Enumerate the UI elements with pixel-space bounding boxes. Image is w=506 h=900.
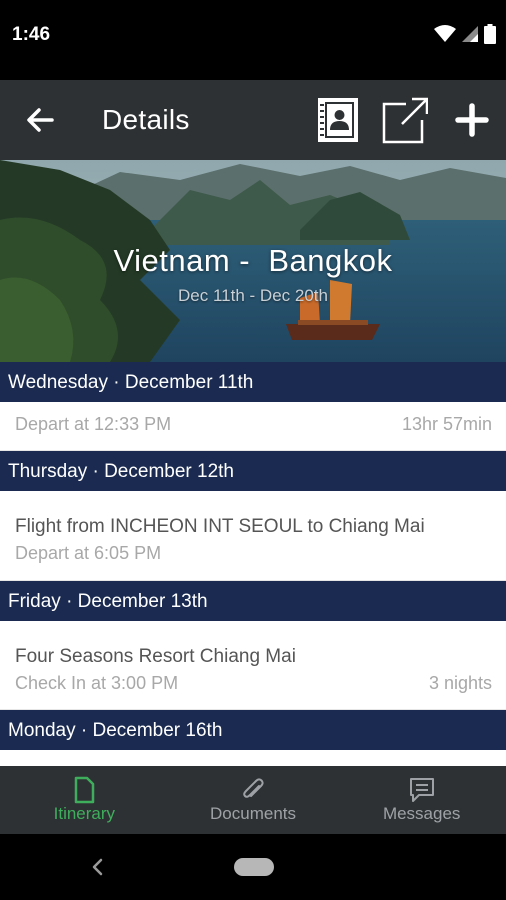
status-time: 1:46 (12, 24, 51, 45)
page-title: Details (102, 104, 190, 135)
bottom-navigation: Itinerary Documents Messages (0, 766, 506, 834)
trip-hero-banner: Vietnam - Bangkok Dec 11th - Dec 20th (0, 160, 506, 362)
day-header: Wednesday · December 11th (0, 362, 506, 402)
item-subtitle: Check In at 3:00 PM (15, 673, 179, 693)
tab-messages[interactable]: Messages (337, 766, 506, 834)
day-header: Monday · December 16th (0, 710, 506, 750)
tab-label: Documents (210, 804, 296, 823)
trip-title: Vietnam - Bangkok (113, 243, 393, 278)
status-bar: 1:46 (0, 0, 506, 80)
battery-icon (484, 24, 496, 44)
paperclip-icon (243, 778, 264, 798)
item-title: Four Seasons Resort Chiang Mai (15, 646, 296, 667)
system-navigation-bar (0, 834, 506, 900)
status-icons (434, 24, 496, 44)
tab-documents[interactable]: Documents (169, 766, 338, 834)
item-duration: 13hr 57min (401, 414, 492, 434)
wifi-icon (434, 25, 456, 42)
contacts-book-icon (318, 98, 358, 142)
itinerary-item[interactable]: Flight from INCHEON INT SEOUL to Chiang … (0, 491, 506, 581)
contacts-button[interactable] (314, 96, 362, 144)
message-icon (409, 778, 434, 802)
item-subtitle: Depart at 12:33 PM (15, 414, 172, 434)
signal-icon (462, 26, 478, 42)
share-external-icon (382, 97, 429, 144)
itinerary-item[interactable]: Four Seasons Resort Chiang Mai Check In … (0, 621, 506, 710)
itinerary-item[interactable] (0, 750, 506, 766)
back-arrow-icon (27, 108, 54, 132)
item-title: Flight from INCHEON INT SEOUL to Chiang … (15, 516, 425, 537)
system-back-icon[interactable] (88, 856, 108, 878)
item-nights: 3 nights (428, 673, 492, 693)
add-icon (455, 103, 489, 137)
trip-dates: Dec 11th - Dec 20th (178, 286, 328, 305)
tab-label: Messages (382, 804, 461, 823)
tab-label: Itinerary (53, 804, 116, 823)
day-header: Friday · December 13th (0, 581, 506, 621)
item-subtitle: Depart at 6:05 PM (15, 543, 162, 563)
day-header: Thursday · December 12th (0, 451, 506, 491)
app-bar: Details (0, 80, 506, 160)
document-icon (75, 776, 95, 804)
home-pill[interactable] (234, 858, 274, 876)
back-button[interactable] (22, 102, 58, 138)
add-button[interactable] (448, 96, 496, 144)
tab-itinerary[interactable]: Itinerary (0, 766, 169, 834)
itinerary-list[interactable]: Depart at 12:33 PM 13hr 57min Wednesday … (0, 362, 506, 766)
share-button[interactable] (380, 96, 429, 144)
